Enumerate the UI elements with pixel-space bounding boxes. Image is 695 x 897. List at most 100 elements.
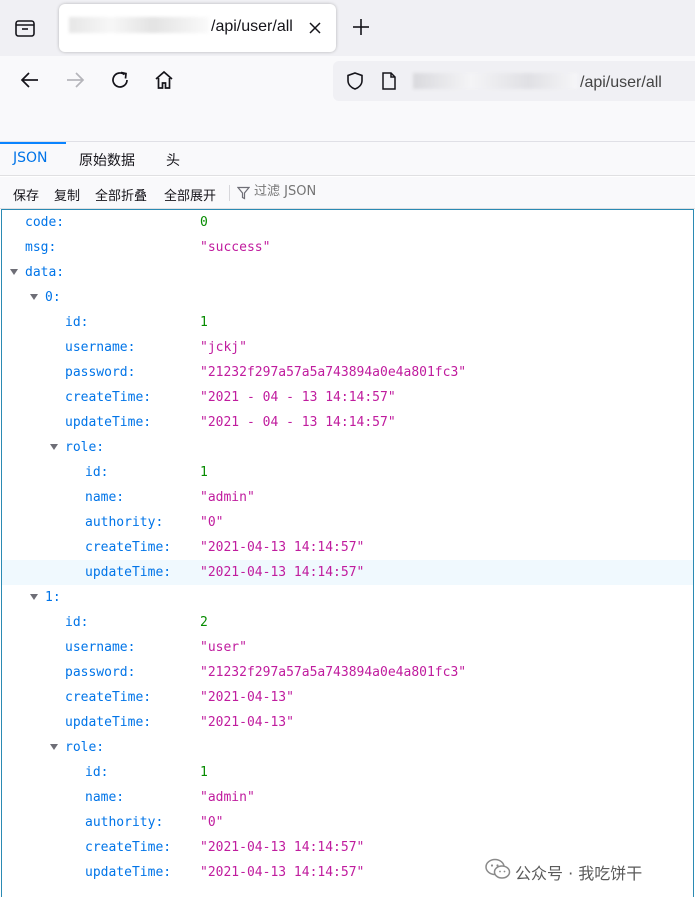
json-key: createTime:: [65, 390, 152, 405]
json-tree: code: 0 msg: "success" data: 0: id: 1 us…: [1, 209, 694, 897]
tree-row[interactable]: authority: "0": [2, 810, 693, 835]
back-arrow-icon[interactable]: [19, 69, 41, 91]
json-value: 1: [200, 765, 208, 780]
json-value: "2021-04-13": [200, 690, 294, 705]
tree-row[interactable]: name: "admin": [2, 785, 693, 810]
home-icon[interactable]: [153, 69, 175, 91]
collapse-all-button[interactable]: 全部折叠: [95, 185, 147, 204]
tree-row[interactable]: password: "21232f297a57a5a743894a0e4a801…: [2, 360, 693, 385]
expand-toggle-icon[interactable]: [30, 294, 38, 300]
tree-row[interactable]: updateTime: "2021 - 04 - 13 14:14:57": [2, 410, 693, 435]
json-value: "0": [200, 515, 224, 530]
page-icon[interactable]: [380, 71, 398, 91]
filter-json-input[interactable]: [254, 184, 404, 199]
json-key: name:: [85, 490, 125, 505]
tree-row[interactable]: updateTime: "2021-04-13": [2, 710, 693, 735]
tree-row-msg[interactable]: msg: "success": [2, 235, 693, 260]
tree-row[interactable]: createTime: "2021 - 04 - 13 14:14:57": [2, 385, 693, 410]
json-viewer-tabs: JSON 原始数据 头: [0, 142, 695, 176]
expand-toggle-icon[interactable]: [10, 269, 18, 275]
copy-button[interactable]: 复制: [54, 185, 80, 204]
json-key: username:: [65, 340, 136, 355]
json-value: "admin": [200, 490, 255, 505]
json-value: "2021-04-13": [200, 715, 294, 730]
tab-strip: /api/user/all: [0, 0, 695, 56]
json-key: msg:: [25, 240, 57, 255]
json-key: createTime:: [65, 690, 152, 705]
tab-headers[interactable]: 头: [166, 150, 180, 170]
tab-overview-icon[interactable]: [13, 16, 37, 40]
url-bar[interactable]: /api/user/all: [333, 61, 695, 101]
json-value: "2021-04-13 14:14:57": [200, 840, 365, 855]
tree-row[interactable]: username: "user": [2, 635, 693, 660]
plus-icon[interactable]: [352, 18, 370, 36]
json-key: role:: [65, 740, 105, 755]
redacted-host: [413, 73, 578, 89]
json-key: password:: [65, 365, 136, 380]
json-value: "2021-04-13 14:14:57": [200, 540, 365, 555]
json-value: 2: [200, 615, 208, 630]
toolbar-spacer: [0, 106, 695, 142]
json-key: authority:: [85, 515, 164, 530]
reload-icon[interactable]: [109, 69, 131, 91]
tree-row[interactable]: username: "jckj": [2, 335, 693, 360]
json-value: "0": [200, 815, 224, 830]
json-key: 0:: [45, 290, 61, 305]
json-value: 1: [200, 315, 208, 330]
tab-raw-data[interactable]: 原始数据: [79, 150, 135, 170]
browser-tab-active[interactable]: /api/user/all: [59, 4, 336, 52]
tree-row-item-0[interactable]: 0:: [2, 285, 693, 310]
json-key: id:: [85, 465, 109, 480]
tree-row[interactable]: password: "21232f297a57a5a743894a0e4a801…: [2, 660, 693, 685]
tree-row-item-1[interactable]: 1:: [2, 585, 693, 610]
json-value: "2021 - 04 - 13 14:14:57": [200, 415, 396, 430]
url-text[interactable]: /api/user/all: [413, 73, 662, 92]
tree-row[interactable]: id: 1: [2, 760, 693, 785]
json-key: id:: [65, 615, 89, 630]
tab-json[interactable]: JSON: [13, 150, 48, 166]
navigation-toolbar: /api/user/all: [0, 56, 695, 106]
tree-row[interactable]: createTime: "2021-04-13 14:14:57": [2, 535, 693, 560]
tree-row-role[interactable]: role:: [2, 435, 693, 460]
wechat-icon: [485, 858, 511, 879]
json-key: updateTime:: [65, 415, 152, 430]
tree-row[interactable]: id: 1: [2, 460, 693, 485]
json-value: "2021 - 04 - 13 14:14:57": [200, 390, 396, 405]
json-key: id:: [65, 315, 89, 330]
expand-toggle-icon[interactable]: [50, 744, 58, 750]
tree-row[interactable]: id: 2: [2, 610, 693, 635]
json-key: password:: [65, 665, 136, 680]
save-button[interactable]: 保存: [13, 185, 39, 204]
expand-all-button[interactable]: 全部展开: [164, 185, 216, 204]
active-tab-indicator: [0, 142, 66, 144]
forward-arrow-icon[interactable]: [64, 69, 86, 91]
tab-title: /api/user/all: [69, 17, 293, 36]
tree-row[interactable]: name: "admin": [2, 485, 693, 510]
json-key: createTime:: [85, 840, 172, 855]
json-value: 0: [200, 215, 208, 230]
tree-row[interactable]: createTime: "2021-04-13": [2, 685, 693, 710]
tree-row[interactable]: id: 1: [2, 310, 693, 335]
json-key: code:: [25, 215, 65, 230]
json-key: role:: [65, 440, 105, 455]
json-value: "2021-04-13 14:14:57": [200, 865, 365, 880]
json-value: "success": [200, 240, 271, 255]
tree-row-hovered[interactable]: updateTime: "2021-04-13 14:14:57": [2, 560, 693, 585]
expand-toggle-icon[interactable]: [50, 444, 58, 450]
json-key: name:: [85, 790, 125, 805]
json-key: updateTime:: [65, 715, 152, 730]
tree-row-data[interactable]: data:: [2, 260, 693, 285]
json-value: 1: [200, 465, 208, 480]
shield-icon[interactable]: [345, 71, 365, 91]
json-value: "2021-04-13 14:14:57": [200, 565, 365, 580]
toolbar-divider: [229, 185, 230, 201]
json-key: authority:: [85, 815, 164, 830]
tree-row[interactable]: authority: "0": [2, 510, 693, 535]
json-value: "21232f297a57a5a743894a0e4a801fc3": [200, 365, 467, 380]
json-value: "jckj": [200, 340, 247, 355]
expand-toggle-icon[interactable]: [30, 594, 38, 600]
tree-row-role[interactable]: role:: [2, 735, 693, 760]
close-icon[interactable]: [307, 20, 323, 36]
tree-row[interactable]: createTime: "2021-04-13 14:14:57": [2, 835, 693, 860]
tree-row-code[interactable]: code: 0: [2, 210, 693, 235]
